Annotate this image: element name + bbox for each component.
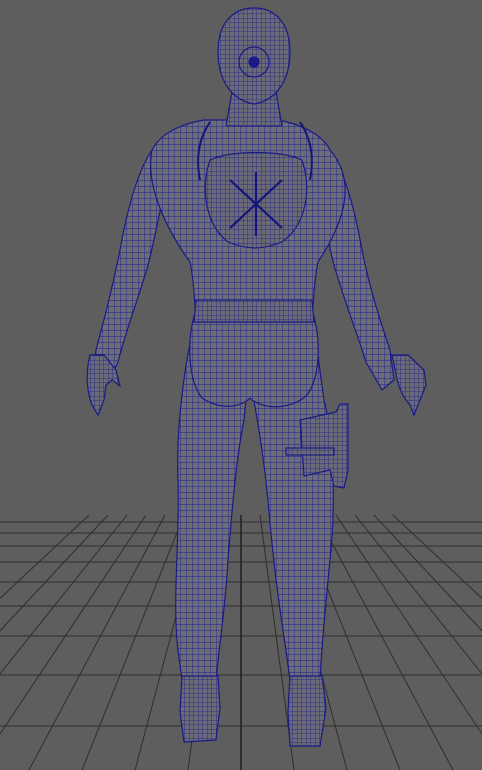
right-hand[interactable]	[391, 354, 427, 417]
holster-strap	[285, 447, 335, 456]
character-mesh[interactable]	[86, 7, 427, 747]
pelvis[interactable]	[189, 309, 319, 408]
ground-grid	[0, 514, 482, 770]
belt[interactable]	[193, 299, 315, 323]
right-boot[interactable]	[287, 675, 327, 747]
hair-bun-center	[248, 56, 260, 68]
3d-viewport[interactable]	[0, 0, 482, 770]
left-boot[interactable]	[179, 675, 221, 743]
viewport-canvas[interactable]	[0, 0, 482, 770]
